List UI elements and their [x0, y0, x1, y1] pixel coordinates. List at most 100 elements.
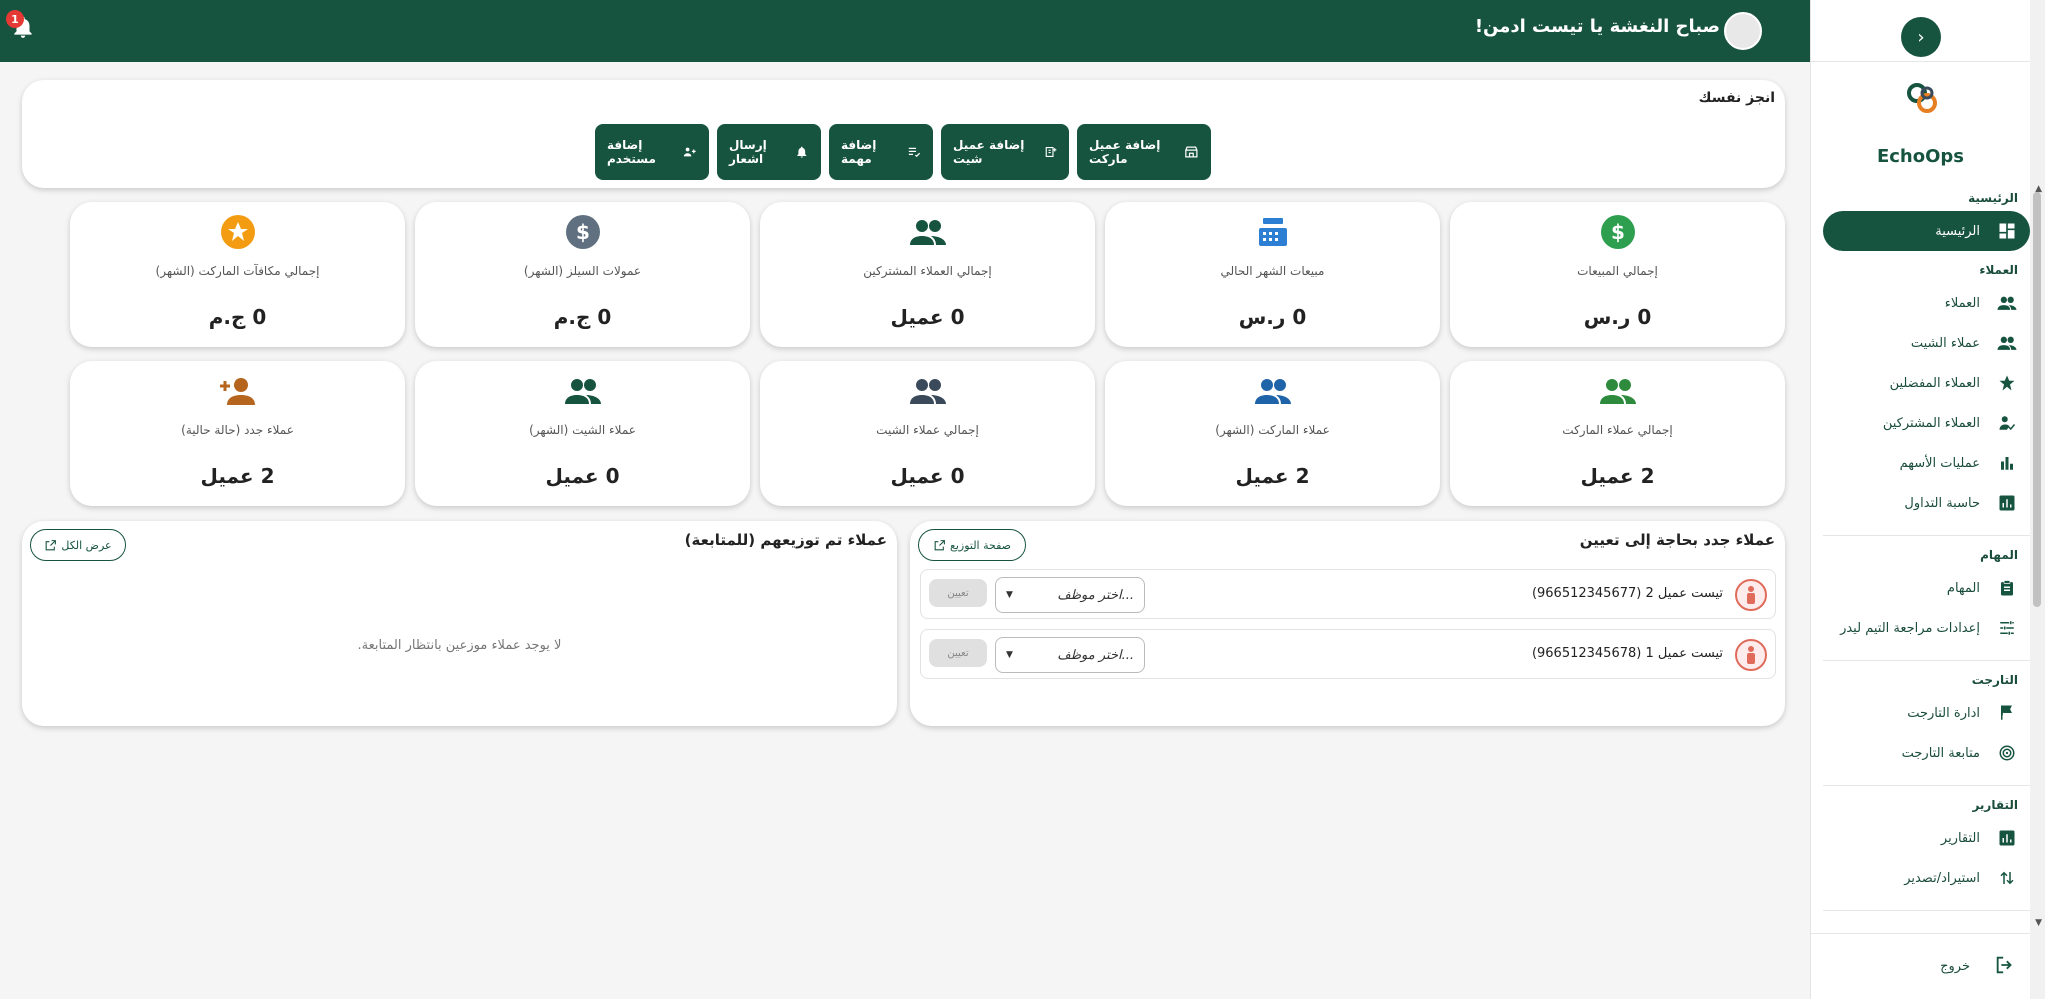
people-icon: [909, 220, 946, 245]
stat-label: إجمالي العملاء المشتركين: [863, 264, 992, 278]
sidebar-item-tasks[interactable]: المهام: [1811, 568, 2030, 608]
stat-card-sales-commissions: $ عمولات السيلز (الشهر) 0 ج.م: [415, 202, 750, 347]
send-notification-label: إرسال اشعار: [729, 138, 767, 166]
add-task-label: إضافة مهمة: [841, 138, 877, 166]
sidebar-item-reports[interactable]: التقارير: [1811, 818, 2030, 858]
sidebar-item-target-follow[interactable]: متابعة التارجت: [1811, 733, 2030, 773]
logout-button[interactable]: خروج: [1811, 933, 2030, 999]
staff-select[interactable]: اختر موظف... ▼: [995, 577, 1145, 613]
sidebar-item-dashboard[interactable]: الرئيسية: [1823, 211, 2030, 251]
stat-card-market-clients-month: عملاء الماركت (الشهر) 2 عميل: [1105, 361, 1440, 506]
open-external-icon: [46, 539, 57, 550]
sidebar-item-label: حاسبة التداول: [1904, 495, 1980, 511]
stat-value: 0 ج.م: [553, 305, 612, 329]
view-all-button[interactable]: عرض الكل: [30, 529, 126, 561]
add-sheet-client-button[interactable]: إضافة عميل شيت: [941, 124, 1069, 180]
sidebar-item-target-mgmt[interactable]: ادارة التارجت: [1811, 693, 2030, 733]
add-user-button[interactable]: إضافة مستخدم: [595, 124, 709, 180]
sidebar-section-settings: الإعدادات: [1811, 917, 2030, 925]
sidebar-item-favorite-clients[interactable]: العملاء المفضلين: [1811, 363, 2030, 403]
send-notification-button[interactable]: إرسال اشعار: [717, 124, 821, 180]
tune-icon: [1996, 617, 2018, 639]
staff-select[interactable]: اختر موظف... ▼: [995, 637, 1145, 673]
sidebar-item-label: عملاء الشيت: [1910, 335, 1980, 351]
staff-select-placeholder: اختر موظف...: [1057, 587, 1134, 603]
svg-text:$: $: [1611, 220, 1625, 244]
sheet-add-icon: [1045, 146, 1056, 158]
star-circle-icon: [220, 215, 255, 249]
import-export-icon: [1996, 867, 2018, 889]
stat-label: عمولات السيلز (الشهر): [523, 264, 642, 278]
staff-select-placeholder: اختر موظف...: [1057, 647, 1134, 663]
stat-label: إجمالي عملاء الشيت: [876, 423, 979, 437]
page-scrollbar[interactable]: ▲ ▼: [2030, 0, 2045, 999]
sidebar-item-import-export[interactable]: استيراد/تصدير: [1811, 858, 2030, 898]
person-check-icon: [1996, 412, 2018, 434]
stat-value: 0 ر.س: [1238, 305, 1307, 329]
assign-button[interactable]: تعيين: [929, 639, 987, 667]
distribution-page-label: صفحة التوزيع: [949, 538, 1012, 552]
sidebar-top: ›: [1811, 0, 2030, 62]
stat-value: 0 ج.م: [208, 305, 267, 329]
dashboard-icon: [1996, 220, 2018, 242]
stat-label: إجمالي عملاء الماركت: [1562, 423, 1673, 437]
people-icon: [909, 379, 946, 404]
stat-value: 0 عميل: [545, 464, 620, 488]
people-icon: [1599, 379, 1636, 404]
user-avatar[interactable]: [1724, 12, 1762, 50]
stat-value: 0 ر.س: [1583, 305, 1652, 329]
sidebar-divider: [1823, 785, 2030, 786]
client-name: تيست عميل 2 (966512345677): [1531, 586, 1723, 601]
person-add-icon: [219, 378, 255, 405]
add-user-label: إضافة مستخدم: [607, 138, 656, 166]
add-market-client-button[interactable]: إضافة عميل ماركت: [1077, 124, 1211, 180]
scrollbar-thumb[interactable]: [2033, 192, 2041, 607]
stat-card-subscribed-clients: إجمالي العملاء المشتركين 0 عميل: [760, 202, 1095, 347]
stat-value: 2 عميل: [200, 464, 275, 488]
sidebar-item-label: استيراد/تصدير: [1904, 870, 1980, 886]
sidebar-section-clients: العملاء: [1979, 263, 2018, 277]
add-task-button[interactable]: إضافة مهمة: [829, 124, 933, 180]
flag-icon: [1996, 702, 2018, 724]
sidebar: › EchoOps الرئيسية الرئيسية العملاء العم…: [1810, 0, 2030, 999]
notification-count-badge: 1: [6, 10, 24, 28]
unassigned-panel-title: عملاء جدد بحاجة إلى تعيين: [1579, 531, 1775, 549]
client-avatar-icon: [1735, 579, 1767, 611]
stat-card-total-market-clients: إجمالي عملاء الماركت 2 عميل: [1450, 361, 1785, 506]
stat-value: 0 عميل: [890, 464, 965, 488]
sidebar-section-reports: التقارير: [1972, 798, 2018, 812]
brand-name: EchoOps: [1876, 146, 1965, 167]
sidebar-item-stock-ops[interactable]: عمليات الأسهم: [1811, 443, 2030, 483]
people-icon: [1996, 292, 2018, 314]
sidebar-item-trading-calc[interactable]: حاسبة التداول: [1811, 483, 2030, 523]
chevron-right-icon: ›: [1917, 26, 1925, 48]
target-icon: [1996, 742, 2018, 764]
stat-card-total-sheet-clients: إجمالي عملاء الشيت 0 عميل: [760, 361, 1095, 506]
sidebar-item-label: إعدادات مراجعة التيم ليدر: [1840, 620, 1980, 636]
stat-card-sheet-clients-month: عملاء الشيت (الشهر) 0 عميل: [415, 361, 750, 506]
sidebar-item-team-leader-review[interactable]: إعدادات مراجعة التيم ليدر: [1811, 608, 2030, 648]
sidebar-divider: [1823, 910, 2030, 911]
sidebar-divider: [1823, 535, 2030, 536]
quick-actions-card: انجز نفسك إضافة عميل ماركت إضافة عميل شي…: [22, 80, 1785, 188]
stat-label: إجمالي مكافآت الماركت (الشهر): [155, 264, 320, 278]
distribution-page-button[interactable]: صفحة التوزيع: [918, 529, 1026, 561]
add-market-client-label: إضافة عميل ماركت: [1089, 138, 1161, 166]
stat-value: 2 عميل: [1580, 464, 1655, 488]
sidebar-nav: الرئيسية الرئيسية العملاء العملاء عملاء …: [1811, 185, 2030, 925]
stat-value: 0 عميل: [890, 305, 965, 329]
store-icon: [1185, 146, 1198, 158]
sidebar-section-target: التارجت: [1971, 673, 2018, 687]
sidebar-item-sheet-clients[interactable]: عملاء الشيت: [1811, 323, 2030, 363]
stat-card-new-clients: عملاء جدد (حالة حالية) 2 عميل: [70, 361, 405, 506]
scroll-down-icon[interactable]: ▼: [2035, 918, 2042, 928]
sidebar-item-subscribed-clients[interactable]: العملاء المشتركين: [1811, 403, 2030, 443]
cash-register-icon: [1258, 218, 1287, 246]
distributed-panel-title: عملاء تم توزيعهم (للمتابعة): [684, 531, 887, 549]
sidebar-toggle-button[interactable]: ›: [1901, 17, 1941, 57]
stat-label: عملاء جدد (حالة حالية): [181, 423, 294, 437]
sidebar-item-clients[interactable]: العملاء: [1811, 283, 2030, 323]
clipboard-icon: [1996, 577, 2018, 599]
app-root: 1 صباح النغشة يا تيست ادمن! انجز نفسك إض…: [0, 0, 2045, 999]
assign-button[interactable]: تعيين: [929, 579, 987, 607]
